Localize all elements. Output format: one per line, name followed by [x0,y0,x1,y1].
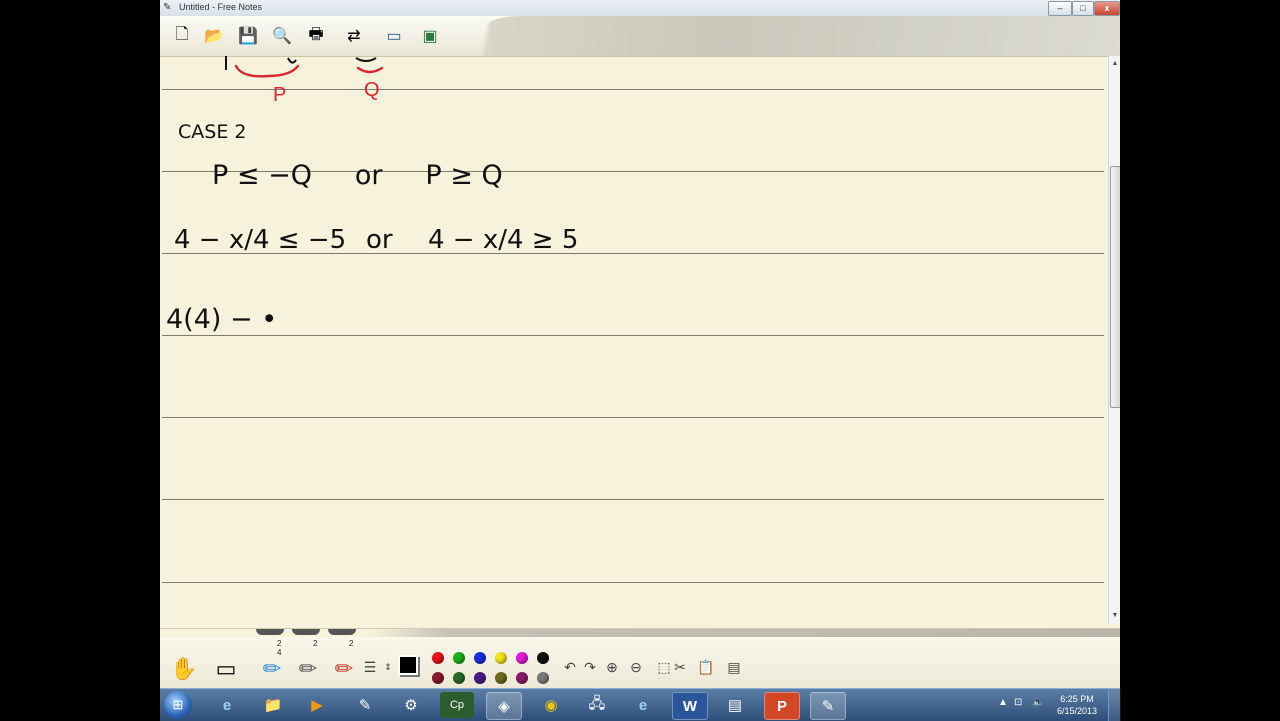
paste-icon[interactable]: 📋 [696,657,716,677]
word-icon[interactable]: W [672,692,708,720]
undo-icon[interactable]: ↶ [560,657,580,677]
redo-icon[interactable]: ↷ [580,657,600,677]
explorer-icon[interactable]: 📁 [256,692,290,718]
open-folder-icon[interactable]: 📂 [202,24,226,48]
pen-size-label: 2 [277,639,282,648]
color-swatch-yellow[interactable] [495,652,507,664]
line-style-icon[interactable]: ☰ [360,657,380,677]
case-label: CASE 2 [178,121,246,143]
ie-icon[interactable]: e [210,692,244,718]
q-label: Q [364,79,380,101]
show-desktop-button[interactable] [1108,689,1121,721]
network-icon[interactable]: 🖧 [580,692,614,718]
hand-tool-icon[interactable]: ✋ [170,649,198,689]
zoom-in-icon[interactable]: ⊕ [602,657,622,677]
powerpoint-icon[interactable]: P [764,692,800,720]
pen-preset-tab[interactable] [292,629,320,635]
color-swatch-gray[interactable] [537,672,549,684]
blue-marker-icon[interactable]: ✏ [258,649,286,689]
color-swatch-black[interactable] [537,652,549,664]
scroll-up-icon[interactable]: ▲ [1109,58,1120,70]
clock-date: 6/15/2013 [1056,706,1098,716]
insert-page-icon[interactable]: ▤ [724,657,744,677]
tray-expand-icon[interactable]: ▲ [998,697,1008,708]
screen-capture-icon[interactable]: ▣ [418,24,442,48]
color-swatch-plum[interactable] [516,672,528,684]
red-pen-icon[interactable]: ✏ [330,649,358,689]
p-label: P [273,84,286,106]
zoom-out-icon[interactable]: ⊖ [626,657,646,677]
pen-size-label: 2 [349,639,354,648]
ie-second-icon[interactable]: e [626,692,660,718]
color-swatch-magenta[interactable] [516,652,528,664]
color-swatch-dark-red[interactable] [432,672,444,684]
red-underbraces [234,64,384,78]
free-notes-icon[interactable]: ✎ [348,692,382,718]
clock-time: 6:25 PM [1060,694,1094,704]
tool-palette: 2 2 2 4 ✋ ▭ ✏ ✏ ✏ ☰ ⇕ ↶ ↷ ⊕ ⊖ ⬚ ✂ 📋 ▤ [160,628,1120,689]
taskbar: ⊞ e 📁 ▶ ✎ ⚙ Cp ◈ ◉ 🖧 e W ▤ P ✎ ▲ ⊡ 🔈 6:2… [160,688,1121,721]
free-notes-window: ✎ Untitled - Free Notes – □ x 🗋 📂 💾 🔍 🖶 … [160,0,1120,720]
current-color-swatch[interactable] [398,655,418,675]
pen-preset-tab[interactable] [328,629,356,635]
maximize-button[interactable]: □ [1072,1,1094,16]
print-preview-icon[interactable]: 🔍 [270,24,294,48]
spinner-icon[interactable]: ⇕ [378,657,398,677]
media-player-icon[interactable]: ▶ [300,692,334,718]
color-swatch-green[interactable] [453,652,465,664]
system-clock[interactable]: 6:25 PM 6/15/2013 [1052,693,1102,717]
window-title: Untitled - Free Notes [179,2,263,12]
color-swatch-red[interactable] [432,652,444,664]
active-app-icon[interactable]: ◈ [486,692,522,720]
network-tray-icon[interactable]: ⊡ [1014,697,1022,708]
note-page[interactable]: P Q CASE 2 P ≤ −Q or P ≥ Q 4 − x/4 ≤ −5 … [160,56,1108,624]
gray-pen-icon[interactable]: ✏ [294,649,322,689]
chrome-icon[interactable]: ◉ [534,692,568,718]
scroll-down-icon[interactable]: ▼ [1109,610,1120,622]
cut-icon[interactable]: ✂ [670,657,690,677]
pen-preset-tab[interactable] [256,629,284,635]
handwriting-canvas: P Q CASE 2 P ≤ −Q or P ≥ Q 4 − x/4 ≤ −5 … [166,56,578,335]
start-button[interactable]: ⊞ [164,691,192,719]
vertical-scrollbar[interactable]: ▲ ▼ [1108,56,1120,624]
pen-size-label: 2 [313,639,318,648]
color-swatch-olive[interactable] [495,672,507,684]
color-swatch-purple[interactable] [474,672,486,684]
save-icon[interactable]: 💾 [236,24,260,48]
new-file-icon[interactable]: 🗋 [170,24,194,48]
captivate-icon[interactable]: Cp [440,692,474,718]
misc-app-icon[interactable]: ▤ [718,692,752,718]
window-view-icon[interactable]: ▭ [382,24,406,48]
volume-icon[interactable]: 🔈 [1032,697,1044,708]
eraser-icon[interactable]: ▭ [212,649,240,689]
inequality-right: 4 − x/4 ≥ 5 [428,225,578,255]
working-line: 4(4) − • [166,304,277,335]
minimize-button[interactable]: – [1048,1,1072,16]
close-button[interactable]: x [1094,1,1120,16]
tool-app-icon[interactable]: ⚙ [394,692,428,718]
title-bar: ✎ Untitled - Free Notes – □ x [160,0,1120,17]
color-swatch-blue[interactable] [474,652,486,664]
scroll-thumb[interactable] [1110,166,1120,408]
or-word: or [366,225,393,255]
main-toolbar: 🗋 📂 💾 🔍 🖶 ⇄ ▭ ▣ [160,16,1120,57]
previous-line-strokes [225,56,377,70]
color-swatch-dark-green[interactable] [453,672,465,684]
print-icon[interactable]: 🖶 [304,24,328,48]
scan-icon[interactable]: ⇄ [342,24,366,48]
free-notes-active-icon[interactable]: ✎ [810,692,846,720]
inequality-pq: P ≤ −Q or P ≥ Q [212,160,503,191]
toolbar-swoosh [460,16,1120,56]
inequality-left: 4 − x/4 ≤ −5 [174,225,346,255]
app-pen-icon: ✎ [163,2,172,13]
